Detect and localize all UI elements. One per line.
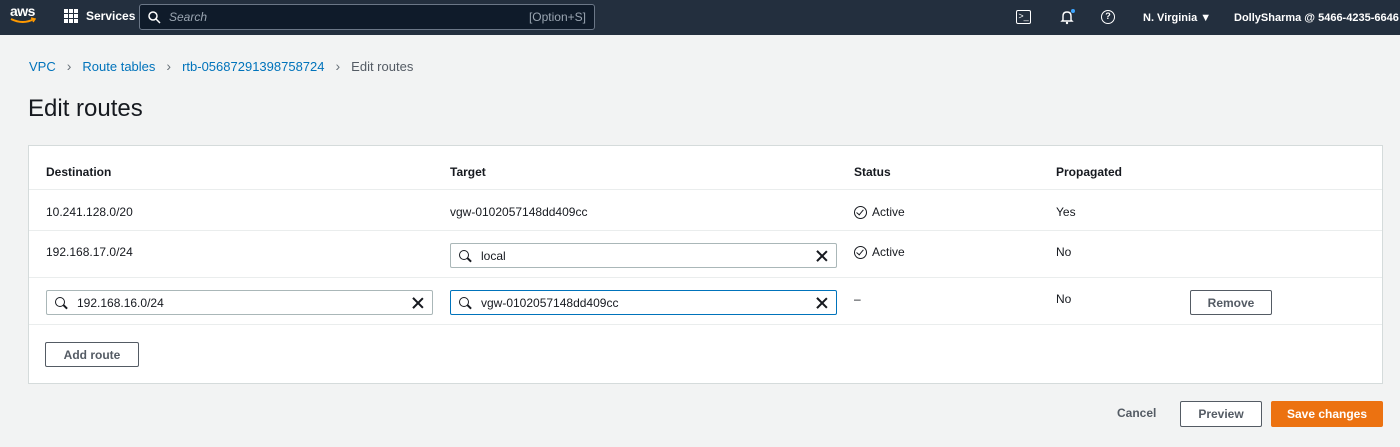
breadcrumb-route-table-id[interactable]: rtb-05687291398758724 <box>182 59 324 74</box>
check-circle-icon <box>854 205 867 219</box>
notification-dot-icon <box>1071 9 1075 13</box>
route-propagated: No <box>1056 245 1072 259</box>
search-icon <box>148 10 161 24</box>
route-target: vgw-0102057148dd409cc <box>450 205 588 219</box>
row-divider <box>29 230 1382 231</box>
help-icon[interactable]: ? <box>1101 10 1115 24</box>
chevron-right-icon: › <box>335 58 341 74</box>
services-label: Services <box>86 9 136 23</box>
status-badge: Active <box>854 205 905 219</box>
breadcrumb-route-tables[interactable]: Route tables <box>82 59 155 74</box>
chevron-right-icon: › <box>166 58 172 74</box>
route-destination: 192.168.17.0/24 <box>46 245 133 259</box>
search-icon <box>459 296 471 309</box>
page-title: Edit routes <box>28 95 143 122</box>
search-icon <box>459 249 471 262</box>
route-destination: 10.241.128.0/20 <box>46 205 133 219</box>
destination-field-value: 192.168.16.0/24 <box>77 295 164 310</box>
clear-icon[interactable] <box>412 297 424 309</box>
breadcrumb-current: Edit routes <box>351 58 414 74</box>
status-text: – <box>854 292 861 306</box>
grid-icon <box>64 9 78 23</box>
routes-panel: Destination Target Status Propagated 10.… <box>28 145 1383 384</box>
target-field[interactable]: local <box>450 243 837 268</box>
top-navigation: aws Services Search [Option+S] >_ ? N. V… <box>0 0 1400 35</box>
services-menu[interactable]: Services <box>64 9 135 23</box>
column-header-status: Status <box>854 165 891 179</box>
bell-icon[interactable] <box>1059 9 1075 28</box>
target-field-value: vgw-0102057148dd409cc <box>481 295 619 310</box>
status-text: Active <box>872 245 905 259</box>
column-header-target: Target <box>450 165 486 179</box>
target-field-value: local <box>481 248 506 263</box>
check-circle-icon <box>854 245 867 259</box>
clear-icon[interactable] <box>816 250 828 262</box>
account-menu[interactable]: DollySharma @ 5466-4235-6646 <box>1234 0 1399 35</box>
route-propagated: No <box>1056 292 1072 306</box>
save-changes-button[interactable]: Save changes <box>1271 401 1383 427</box>
cloudshell-icon[interactable]: >_ <box>1016 10 1031 24</box>
chevron-right-icon: › <box>66 58 72 74</box>
route-propagated: Yes <box>1056 205 1076 219</box>
add-route-button[interactable]: Add route <box>45 342 139 367</box>
search-shortcut: [Option+S] <box>528 10 586 24</box>
region-selector[interactable]: N. Virginia ▼ <box>1143 0 1211 35</box>
column-header-propagated: Propagated <box>1056 165 1123 179</box>
target-field[interactable]: vgw-0102057148dd409cc <box>450 290 837 315</box>
row-divider <box>29 189 1382 190</box>
search-input[interactable]: Search [Option+S] <box>139 4 595 30</box>
aws-logo-text: aws <box>10 3 35 19</box>
breadcrumb: VPC › Route tables › rtb-056872913987587… <box>29 58 413 74</box>
status-text: Active <box>872 205 905 219</box>
clear-icon[interactable] <box>816 297 828 309</box>
cancel-button[interactable]: Cancel <box>1117 406 1156 420</box>
remove-button[interactable]: Remove <box>1190 290 1272 315</box>
destination-field[interactable]: 192.168.16.0/24 <box>46 290 433 315</box>
breadcrumb-vpc[interactable]: VPC <box>29 59 56 74</box>
preview-button[interactable]: Preview <box>1180 401 1262 427</box>
row-divider <box>29 324 1382 325</box>
status-badge: Active <box>854 245 905 259</box>
aws-logo[interactable]: aws <box>10 4 38 30</box>
search-icon <box>55 296 67 309</box>
column-header-destination: Destination <box>46 165 112 179</box>
row-divider <box>29 277 1382 278</box>
search-placeholder: Search <box>169 10 208 24</box>
